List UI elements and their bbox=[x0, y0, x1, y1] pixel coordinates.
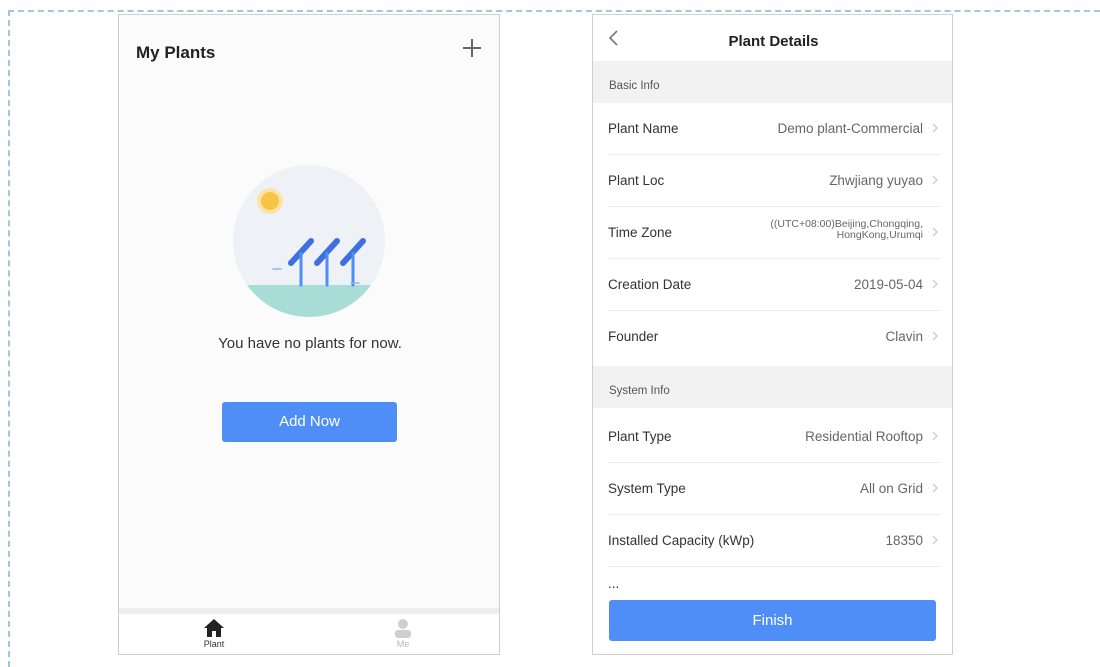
row-label: Installed Capacity (kWp) bbox=[608, 533, 755, 548]
row-value: Demo plant-Commercial bbox=[777, 121, 923, 136]
row-system-type[interactable]: System Type All on Grid bbox=[593, 463, 952, 515]
empty-state-message: You have no plants for now. bbox=[218, 335, 402, 352]
add-now-button[interactable]: Add Now bbox=[222, 402, 397, 442]
page-title: Plant Details bbox=[728, 33, 819, 50]
plant-details-screen: Plant Details Basic Info Plant Name Demo… bbox=[592, 14, 953, 655]
row-value: ((UTC+08:00)Beijing,Chongqing, HongKong,… bbox=[713, 219, 923, 241]
chevron-right-icon bbox=[932, 227, 938, 237]
row-label: Plant Type bbox=[608, 429, 672, 444]
frame-border-top bbox=[8, 10, 1100, 12]
row-label: Founder bbox=[608, 329, 659, 344]
home-icon bbox=[204, 619, 224, 637]
row-value: 18350 bbox=[885, 533, 923, 548]
chevron-right-icon bbox=[932, 331, 938, 341]
row-plant-loc[interactable]: Plant Loc Zhwjiang yuyao bbox=[593, 155, 952, 207]
chevron-right-icon bbox=[932, 175, 938, 185]
chevron-right-icon bbox=[932, 535, 938, 545]
row-founder[interactable]: Founder Clavin bbox=[593, 311, 952, 363]
row-label: System Type bbox=[608, 481, 686, 496]
solar-panels-illustration bbox=[233, 165, 385, 317]
row-value: Residential Rooftop bbox=[805, 429, 923, 444]
person-icon bbox=[395, 619, 411, 638]
tab-plant-label: Plant bbox=[203, 639, 225, 649]
section-header-system-info: System Info bbox=[593, 366, 952, 408]
row-value: Clavin bbox=[885, 329, 923, 344]
tab-me[interactable]: Me bbox=[373, 618, 433, 649]
row-label: Plant Name bbox=[608, 121, 679, 136]
partial-row-text: ... bbox=[608, 582, 620, 591]
row-value: 2019-05-04 bbox=[853, 277, 923, 292]
header: Plant Details bbox=[593, 15, 952, 61]
row-time-zone[interactable]: Time Zone ((UTC+08:00)Beijing,Chongqing,… bbox=[593, 207, 952, 259]
row-value: Zhwjiang yuyao bbox=[829, 173, 923, 188]
add-plant-plus-icon[interactable] bbox=[461, 37, 483, 59]
row-value: All on Grid bbox=[859, 481, 923, 496]
chevron-right-icon bbox=[932, 483, 938, 493]
time-zone-line-2: HongKong,Urumqi bbox=[836, 229, 923, 241]
chevron-right-icon bbox=[932, 431, 938, 441]
chevron-right-icon bbox=[932, 279, 938, 289]
row-label: Creation Date bbox=[608, 277, 692, 292]
section-header-basic-info: Basic Info bbox=[593, 61, 952, 103]
divider bbox=[607, 566, 940, 567]
bottom-tab-bar: Plant Me bbox=[119, 608, 499, 654]
page-title: My Plants bbox=[136, 43, 216, 62]
row-plant-name[interactable]: Plant Name Demo plant-Commercial bbox=[593, 103, 952, 155]
tab-me-label: Me bbox=[396, 639, 410, 649]
row-label: Time Zone bbox=[608, 225, 673, 240]
my-plants-screen: My Plants You have no plants for now. Ad… bbox=[118, 14, 500, 655]
chevron-right-icon bbox=[932, 123, 938, 133]
row-installed-capacity[interactable]: Installed Capacity (kWp) 18350 bbox=[593, 515, 952, 567]
row-creation-date[interactable]: Creation Date 2019-05-04 bbox=[593, 259, 952, 311]
finish-button[interactable]: Finish bbox=[609, 600, 936, 641]
partially-hidden-row-label: ... bbox=[608, 582, 668, 592]
frame-border-left bbox=[8, 10, 10, 667]
row-plant-type[interactable]: Plant Type Residential Rooftop bbox=[593, 411, 952, 463]
row-label: Plant Loc bbox=[608, 173, 665, 188]
tab-plant[interactable]: Plant bbox=[184, 618, 244, 649]
